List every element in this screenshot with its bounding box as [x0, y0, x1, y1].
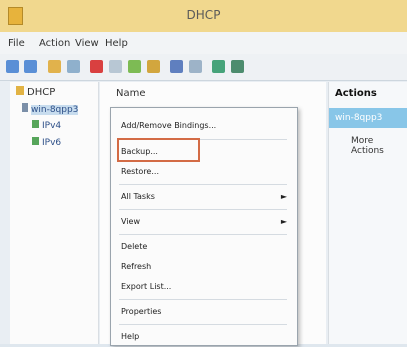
menu-separator: [119, 299, 287, 300]
menu-file[interactable]: File: [8, 38, 25, 49]
refresh-icon[interactable]: [128, 60, 141, 73]
mmc-window: DHCP File Action View Help DHCP win-8qpp…: [0, 0, 407, 347]
toolbar: [0, 54, 407, 81]
tree-root-dhcp[interactable]: DHCP: [16, 86, 55, 98]
export-icon[interactable]: [147, 60, 160, 73]
window-title: DHCP: [186, 8, 221, 22]
folder-icon[interactable]: [48, 60, 61, 73]
network-icon[interactable]: [231, 60, 244, 73]
tree-ipv4-node[interactable]: IPv4: [32, 120, 61, 131]
menu-item-add-remove-bindings[interactable]: Add/Remove Bindings...: [121, 116, 287, 136]
menu-item-help[interactable]: Help: [121, 327, 287, 347]
menu-item-properties[interactable]: Properties: [121, 302, 287, 322]
menu-item-restore[interactable]: Restore...: [121, 162, 287, 182]
menu-item-view[interactable]: View ►: [121, 212, 287, 232]
dhcp-icon: [16, 86, 24, 95]
menu-item-all-tasks[interactable]: All Tasks ►: [121, 187, 287, 207]
console-tree: DHCP win-8qpp3 IPv4 IPv6: [10, 82, 99, 344]
menu-bar: File Action View Help: [0, 32, 407, 54]
menu-separator: [119, 234, 287, 235]
delete-icon[interactable]: [90, 60, 103, 73]
ipv6-icon: [32, 137, 39, 145]
name-column-header[interactable]: Name: [116, 88, 146, 99]
menu-separator: [119, 324, 287, 325]
properties-icon[interactable]: [109, 60, 122, 73]
console-icon[interactable]: [189, 60, 202, 73]
more-actions-link[interactable]: More Actions: [351, 136, 407, 156]
back-icon[interactable]: [6, 60, 19, 73]
actions-pane: Actions win-8qpp3 More Actions: [328, 82, 407, 344]
menu-separator: [119, 209, 287, 210]
monitor-icon[interactable]: [212, 60, 225, 73]
help-icon[interactable]: [170, 60, 183, 73]
menu-action[interactable]: Action: [39, 38, 70, 49]
menu-item-refresh[interactable]: Refresh: [121, 257, 287, 277]
ipv4-icon: [32, 120, 39, 128]
actions-server-item[interactable]: win-8qpp3: [329, 108, 407, 128]
forward-icon[interactable]: [24, 60, 37, 73]
actions-header: Actions: [335, 88, 377, 99]
menu-help[interactable]: Help: [105, 38, 128, 49]
menu-separator: [119, 184, 287, 185]
menu-view[interactable]: View: [75, 38, 99, 49]
menu-item-delete[interactable]: Delete: [121, 237, 287, 257]
menu-item-export-list[interactable]: Export List...: [121, 277, 287, 297]
tree-server-node[interactable]: win-8qpp3: [22, 103, 79, 115]
server-icon: [22, 103, 28, 112]
list-icon[interactable]: [67, 60, 80, 73]
title-bar: DHCP: [0, 0, 407, 32]
backup-highlight-box: [117, 138, 200, 162]
tree-ipv6-node[interactable]: IPv6: [32, 137, 61, 148]
